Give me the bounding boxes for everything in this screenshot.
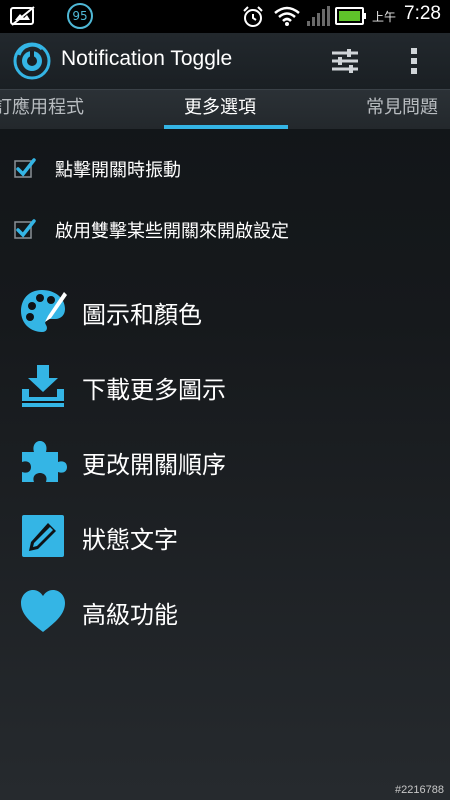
- battery-icon: [335, 7, 366, 25]
- tab-apps[interactable]: 訂應用程式: [0, 90, 84, 129]
- menu-item-status-text[interactable]: 狀態文字: [0, 501, 450, 571]
- checkbox-checked-icon[interactable]: [14, 218, 36, 240]
- wifi-icon: [274, 6, 300, 26]
- menu-item-label: 下載更多圖示: [82, 376, 226, 404]
- notification-count-badge: 95: [67, 3, 93, 29]
- app-title: Notification Toggle: [61, 47, 233, 70]
- menu-item-icons-and-colors[interactable]: 圖示和顏色: [0, 276, 450, 346]
- active-tab-indicator: [164, 125, 288, 129]
- alarm-icon: [243, 6, 263, 27]
- checkbox-checked-icon[interactable]: [14, 157, 36, 179]
- action-bar: Notification Toggle: [0, 33, 450, 89]
- option-vibrate-on-toggle[interactable]: 點擊開關時振動: [0, 139, 450, 199]
- menu-item-label: 更改開關順序: [82, 451, 226, 479]
- tab-strip: 訂應用程式 更多選項 常見問題: [0, 89, 450, 129]
- menu-item-advanced-features[interactable]: 高級功能: [0, 576, 450, 646]
- menu-item-label: 狀態文字: [82, 526, 178, 554]
- settings-sliders-icon: [332, 49, 358, 73]
- app-toggle-icon[interactable]: [12, 41, 52, 81]
- puzzle-icon: [22, 441, 67, 482]
- overflow-menu-button[interactable]: [394, 41, 434, 81]
- edit-note-icon: [22, 515, 64, 557]
- status-time: 7:28: [404, 3, 441, 24]
- menu-item-label: 圖示和顏色: [82, 301, 202, 329]
- settings-button[interactable]: [325, 41, 365, 81]
- status-bar: 95 上午 7:28: [0, 0, 450, 33]
- tab-faq[interactable]: 常見問題: [366, 90, 438, 129]
- download-icon: [22, 365, 64, 407]
- menu-item-label: 高級功能: [82, 601, 178, 629]
- palette-icon: [21, 290, 67, 332]
- tab-more-options[interactable]: 更多選項: [184, 90, 256, 129]
- menu-item-download-icons[interactable]: 下載更多圖示: [0, 351, 450, 421]
- option-double-tap-settings[interactable]: 啟用雙擊某些開關來開啟設定: [0, 200, 450, 260]
- status-ampm: 上午: [372, 10, 397, 24]
- heart-icon: [21, 590, 65, 632]
- signal-icon: [307, 6, 330, 26]
- menu-item-change-order[interactable]: 更改開關順序: [0, 426, 450, 496]
- image-off-icon: [10, 6, 35, 26]
- watermark-id: #2216788: [395, 784, 444, 796]
- option-label: 啟用雙擊某些開關來開啟設定: [55, 221, 289, 242]
- option-label: 點擊開關時振動: [55, 160, 181, 181]
- overflow-menu-icon: [411, 48, 417, 74]
